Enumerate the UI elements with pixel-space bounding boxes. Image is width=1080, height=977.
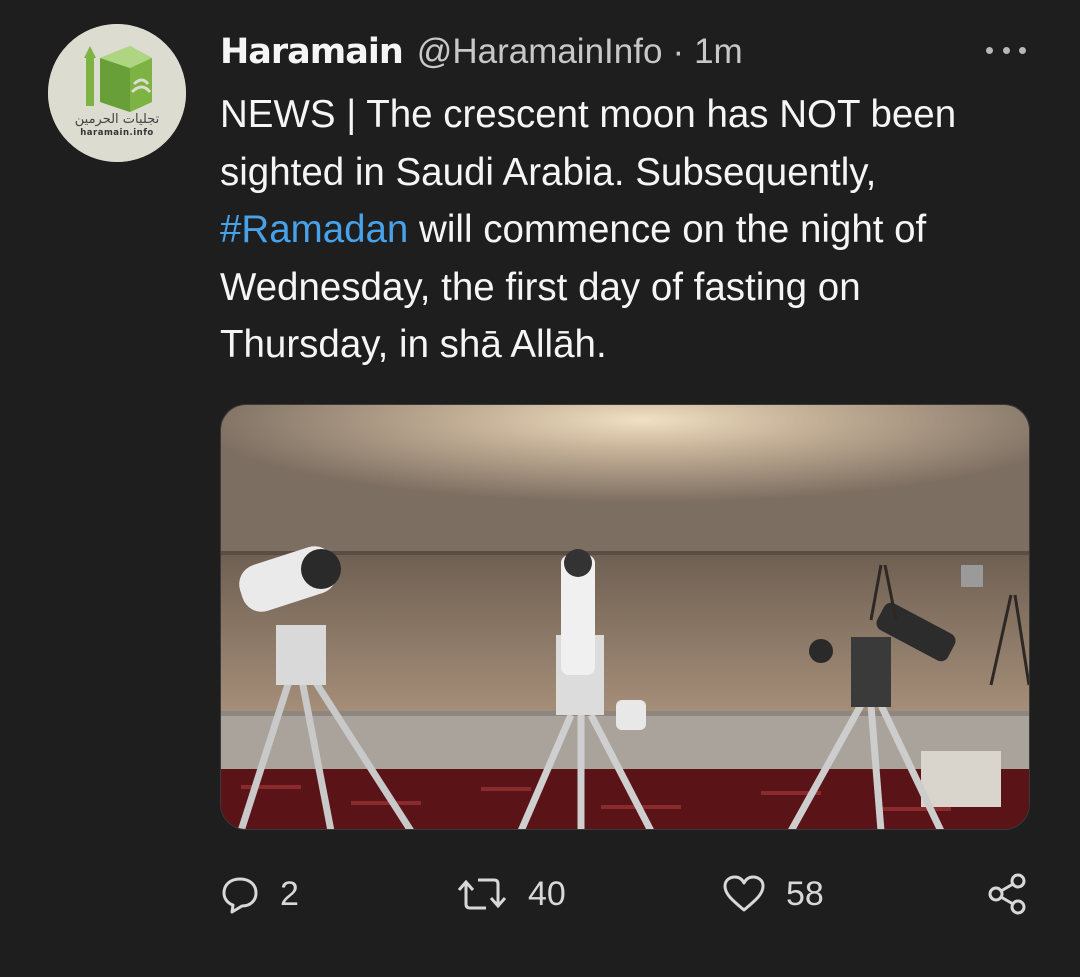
retweet-count: 40 — [528, 874, 566, 913]
header-separator: · — [672, 32, 685, 71]
retweet-icon — [457, 878, 507, 910]
more-icon[interactable] — [986, 40, 1026, 60]
haramain-logo-icon — [48, 24, 186, 162]
reply-icon — [222, 877, 258, 914]
tweet-line: NEWS | The crescent moon has NOT been — [220, 93, 957, 136]
retweet-button[interactable]: 40 — [456, 866, 566, 922]
user-handle[interactable]: @HaramainInfo — [417, 32, 663, 72]
tweet-line: sighted in Saudi Arabia. Subsequently, — [220, 150, 877, 194]
like-count: 58 — [786, 874, 824, 913]
tweet-text: NEWS | The crescent moon has NOT been si… — [220, 86, 1040, 374]
avatar-arabic-text: تجليات الحرمين — [74, 112, 160, 127]
reply-count: 2 — [280, 874, 299, 913]
tweet-header: Haramain @HaramainInfo · 1m — [220, 28, 743, 76]
tweet-line-rest: will commence on the night of — [408, 208, 927, 251]
heart-icon — [723, 875, 765, 912]
like-button[interactable]: 58 — [722, 866, 824, 922]
tweet-line-with-hashtag: #Ramadan will commence on the night of — [220, 201, 1040, 259]
hashtag-link[interactable]: #Ramadan — [220, 208, 408, 251]
avatar-caption: haramain.info — [80, 128, 154, 138]
share-icon — [988, 873, 1026, 915]
tweet-actions: 2 40 58 — [220, 866, 1040, 922]
tweet-line: Thursday, in shā Allāh. — [220, 323, 607, 366]
share-button[interactable] — [986, 866, 1028, 922]
telescopes-desert-photo — [221, 405, 1029, 829]
tweet-line: Wednesday, the first day of fasting on — [220, 265, 861, 309]
display-name[interactable]: Haramain — [220, 32, 404, 72]
avatar[interactable]: تجليات الحرمين haramain.info — [48, 24, 186, 162]
reply-button[interactable]: 2 — [220, 866, 299, 922]
timestamp[interactable]: 1m — [694, 32, 743, 72]
tweet-media-photo[interactable] — [220, 404, 1030, 830]
